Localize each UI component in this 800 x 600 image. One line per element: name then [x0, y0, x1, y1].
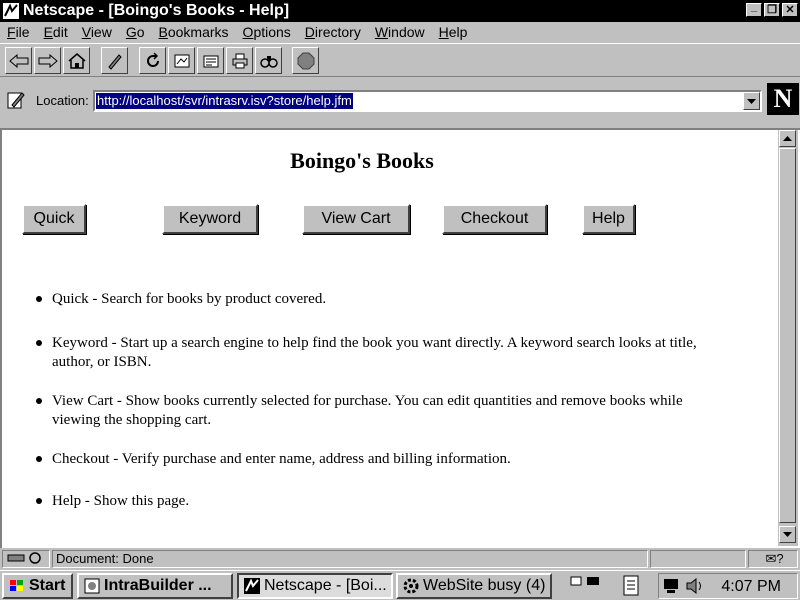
gear-icon: [403, 578, 419, 594]
window-title: Netscape - [Boingo's Books - Help]: [23, 2, 290, 19]
print-button[interactable]: [226, 47, 253, 74]
task-website[interactable]: WebSite busy (4): [396, 573, 552, 599]
view-cart-button[interactable]: View Cart: [302, 204, 410, 234]
menu-options[interactable]: Options: [236, 24, 298, 40]
list-item: Help - Show this page.: [36, 492, 732, 511]
task-netscape[interactable]: Netscape - [Boi...: [237, 573, 393, 599]
find-button[interactable]: [255, 47, 282, 74]
location-label: Location:: [36, 93, 89, 108]
start-label: Start: [29, 577, 66, 594]
page-content: Boingo's Books Quick Keyword View Cart C…: [2, 130, 778, 546]
security-indicator[interactable]: [2, 550, 50, 568]
list-item: Keyword - Start up a search engine to he…: [36, 334, 732, 372]
back-icon: [8, 53, 28, 68]
netscape-app-icon[interactable]: [2, 2, 20, 20]
page-title: Boingo's Books: [290, 148, 434, 173]
desktop-icon[interactable]: [570, 575, 604, 593]
close-button[interactable]: ✕: [782, 3, 798, 17]
minimize-button[interactable]: _: [746, 0, 762, 17]
help-button[interactable]: Help: [582, 204, 635, 234]
vertical-scrollbar[interactable]: [778, 130, 798, 546]
start-button[interactable]: Start: [2, 573, 73, 599]
task-label: Netscape - [Boi...: [264, 577, 387, 594]
bullet-icon: [36, 498, 42, 504]
list-item: Quick - Search for books by product cove…: [36, 290, 732, 309]
open-button[interactable]: [197, 47, 224, 74]
taskbar: Start IntraBuilder ... Netscape - [Boi..…: [0, 570, 800, 600]
menu-bar: File Edit View Go Bookmarks Options Dire…: [0, 22, 800, 42]
restore-icon: ❐: [767, 3, 777, 16]
key-icon: [7, 552, 41, 564]
stop-button[interactable]: [292, 47, 319, 74]
forward-icon: [38, 53, 58, 68]
bullet-icon: [36, 456, 42, 462]
chevron-down-icon: [747, 98, 756, 104]
edit-icon: [107, 53, 122, 70]
images-button[interactable]: [168, 47, 195, 74]
menu-go[interactable]: Go: [119, 24, 152, 40]
bullet-icon: [36, 340, 42, 346]
home-icon: [68, 52, 85, 69]
home-button[interactable]: [63, 47, 90, 74]
find-icon: [259, 55, 278, 68]
scroll-up-button[interactable]: [779, 130, 796, 147]
task-label: WebSite busy (4): [423, 577, 546, 594]
bullet-icon: [36, 398, 42, 404]
netscape-logo[interactable]: N: [767, 83, 799, 115]
restore-button[interactable]: ❐: [764, 3, 780, 17]
location-bar: Location: http://localhost/svr/intrasrv.…: [0, 78, 800, 118]
reload-button[interactable]: [139, 47, 166, 74]
menu-window[interactable]: Window: [368, 24, 432, 40]
menu-help[interactable]: Help: [432, 24, 475, 40]
list-item: Checkout - Verify purchase and enter nam…: [36, 450, 732, 469]
progress-bar: [650, 550, 746, 568]
network-icon[interactable]: [663, 577, 683, 595]
netscape-task-icon: [244, 578, 260, 594]
scroll-down-button[interactable]: [779, 526, 796, 543]
close-icon: ✕: [785, 3, 795, 16]
menu-directory[interactable]: Directory: [298, 24, 368, 40]
bullet-icon: [36, 296, 42, 302]
mail-icon[interactable]: ✉?: [748, 550, 798, 568]
toolbar: [0, 43, 800, 77]
print-icon: [232, 53, 247, 68]
quick-button[interactable]: Quick: [22, 204, 86, 234]
location-input[interactable]: http://localhost/svr/intrasrv.isv?store/…: [93, 90, 762, 112]
bookmark-icon[interactable]: [6, 90, 26, 110]
menu-bookmarks[interactable]: Bookmarks: [152, 24, 236, 40]
checkout-button[interactable]: Checkout: [442, 204, 547, 234]
windows-logo-icon: [10, 580, 23, 591]
netscape-window: Netscape - [Boingo's Books - Help] _ ❐ ✕…: [0, 0, 800, 600]
arrow-up-icon: [783, 136, 792, 141]
location-dropdown-button[interactable]: [743, 92, 760, 110]
document-icon[interactable]: [620, 575, 642, 597]
reload-icon: [146, 51, 159, 67]
task-intrabuilder[interactable]: IntraBuilder ...: [77, 573, 233, 599]
minimize-icon: _: [750, 0, 758, 13]
open-icon: [203, 55, 218, 67]
menu-edit[interactable]: Edit: [37, 24, 75, 40]
keyword-button[interactable]: Keyword: [162, 204, 258, 234]
task-label: IntraBuilder ...: [104, 577, 212, 594]
edit-button[interactable]: [101, 47, 128, 74]
menu-file[interactable]: File: [0, 24, 37, 40]
stop-icon: [297, 52, 314, 69]
scroll-thumb[interactable]: [779, 148, 796, 523]
images-icon: [174, 54, 189, 67]
status-text: Document: Done: [52, 550, 648, 568]
menu-view[interactable]: View: [75, 24, 119, 40]
back-button[interactable]: [5, 47, 32, 74]
arrow-down-icon: [783, 532, 792, 537]
title-bar[interactable]: Netscape - [Boingo's Books - Help] _ ❐ ✕: [0, 0, 800, 22]
forward-button[interactable]: [34, 47, 61, 74]
clock[interactable]: 4:07 PM: [721, 578, 781, 596]
intrabuilder-icon: [84, 578, 100, 594]
speaker-icon[interactable]: [685, 577, 705, 595]
system-tray: 4:07 PM: [658, 573, 798, 599]
location-url[interactable]: http://localhost/svr/intrasrv.isv?store/…: [96, 93, 353, 109]
list-item: View Cart - Show books currently selecte…: [36, 392, 732, 430]
status-bar: Document: Done ✉?: [0, 549, 800, 569]
